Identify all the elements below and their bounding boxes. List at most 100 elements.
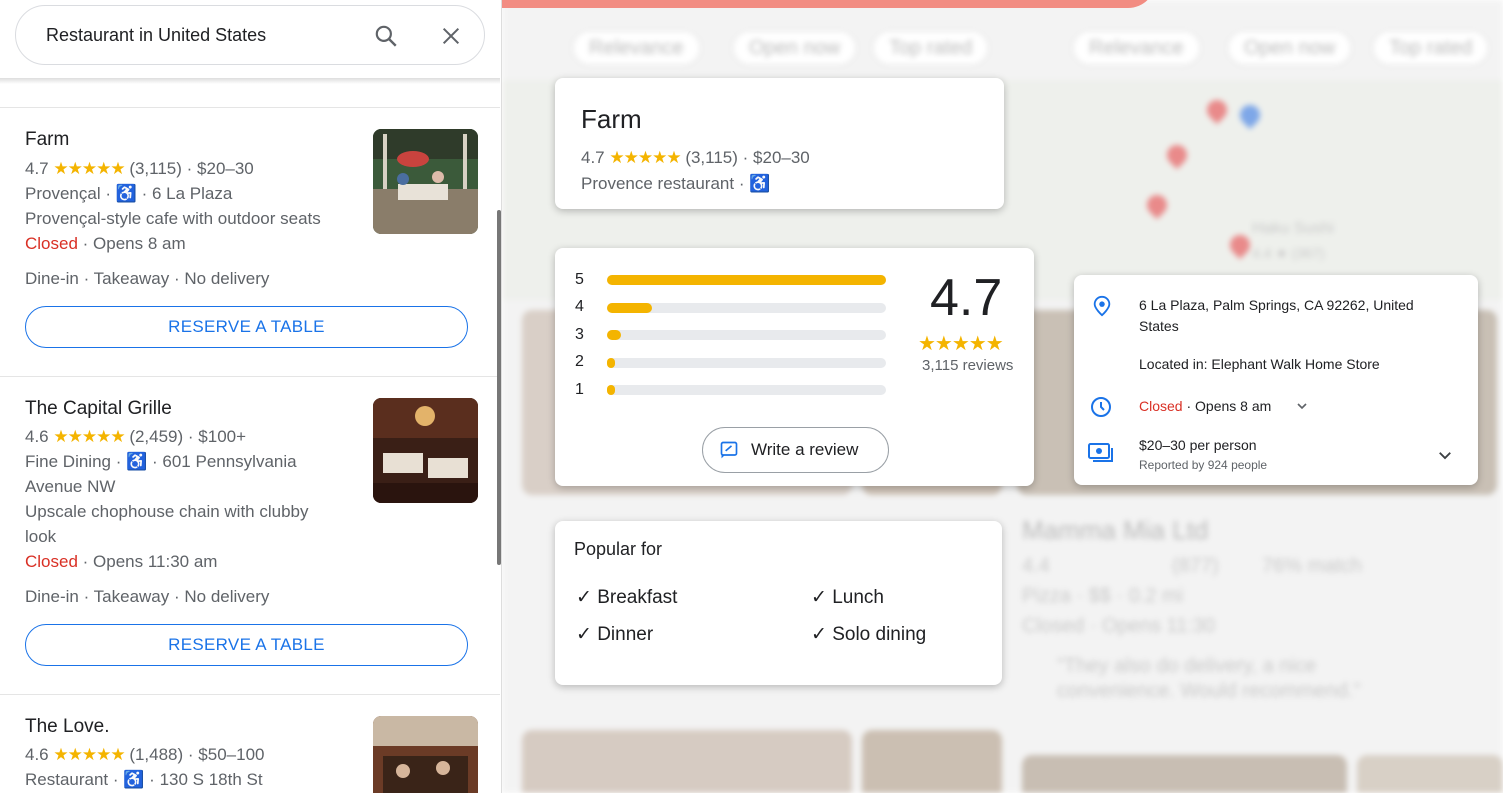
rating-line: 4.7 ★★★★★ (3,115) · $20–30 (25, 159, 254, 178)
reserve-table-button[interactable]: RESERVE A TABLE (25, 306, 468, 348)
rating-value: 4.7 (25, 159, 49, 178)
category-line: Fine Dining · ♿ · 601 Pennsylvania (25, 452, 297, 471)
bg-chip: Relevance (572, 30, 701, 66)
place-name[interactable]: Farm (25, 129, 69, 151)
review-count: (3,115) (685, 148, 738, 167)
wheelchair-icon: ♿ (126, 452, 148, 471)
star-rating: ★★★★★ (53, 427, 125, 446)
rating-bar-fill (607, 275, 886, 285)
place-name[interactable]: The Love. (25, 716, 110, 738)
bg-text: "They also do delivery, a nice (1057, 655, 1317, 677)
bar-label: 4 (575, 298, 584, 315)
price-note: Reported by 924 people (1139, 458, 1268, 472)
place-photo[interactable] (373, 129, 478, 234)
place-title: Farm (581, 104, 642, 134)
list-item[interactable]: The Capital Grille 4.6 ★★★★★ (2,459) · $… (0, 376, 500, 694)
write-review-button[interactable]: Write a review (702, 427, 889, 473)
write-review-icon (719, 440, 739, 465)
star-rating: ★★★★★ (609, 148, 681, 167)
price-per-person: $20–30 per person (1139, 437, 1257, 453)
place-photo[interactable] (373, 716, 478, 793)
close-icon[interactable] (436, 21, 466, 51)
rating-line: 4.6 ★★★★★ (2,459) · $100+ (25, 427, 247, 446)
status-closed: Closed (25, 552, 78, 571)
rating-bar (607, 275, 886, 285)
hours-line: Closed · Opens 8 am (25, 234, 186, 253)
reserve-table-button[interactable]: RESERVE A TABLE (25, 624, 468, 666)
chevron-down-icon[interactable] (1294, 398, 1310, 419)
bg-text: Pizza · $$ · 0.2 mi (1022, 585, 1184, 607)
bg-place-label: 4.4 ★ (367) (1252, 245, 1325, 261)
bar-label: 1 (575, 381, 584, 398)
results-panel[interactable]: Restaurant in United States Farm 4.7 ★★★… (0, 0, 502, 793)
bar-label: 3 (575, 326, 584, 343)
bar-label: 5 (575, 271, 584, 288)
bg-chip: Top rated (1372, 30, 1490, 66)
hours-line: Closed · Opens 11:30 am (25, 552, 218, 571)
place-photo[interactable] (373, 398, 478, 503)
status-closed: Closed (25, 234, 78, 253)
rating-bar-fill (607, 330, 621, 340)
star-rating: ★★★★★ (53, 745, 125, 764)
list-item[interactable]: The Love. 4.6 ★★★★★ (1,488) · $50–100 Re… (0, 694, 500, 793)
popular-title: Popular for (574, 539, 663, 559)
services: Dine-in · Takeaway · No delivery (25, 269, 270, 288)
description: Provençal-style cafe with outdoor seats (25, 209, 321, 228)
check-icon: ✓ (811, 587, 827, 608)
check-icon: ✓ (576, 587, 592, 608)
rating-bar-fill (607, 303, 652, 313)
category: Provençal (25, 184, 101, 203)
review-count: (3,115) (129, 159, 182, 178)
opens-time: Opens 8 am (93, 234, 186, 253)
bg-place-label: Haku Sushi (1252, 220, 1334, 237)
rating-bar (607, 358, 886, 368)
bar-label: 2 (575, 353, 584, 370)
description: look (25, 527, 57, 546)
review-count: (2,459) (129, 427, 184, 446)
rating-bar (607, 303, 886, 313)
review-count: (1,488) (129, 745, 184, 764)
rating-value: 4.6 (25, 745, 49, 764)
search-icon[interactable] (371, 21, 401, 51)
chevron-down-icon[interactable] (1436, 446, 1454, 469)
opens-time: Opens 11:30 am (93, 552, 218, 571)
popular-item: ✓ Lunch (811, 587, 884, 608)
price-range: $20–30 (753, 148, 810, 167)
review-count: 3,115 reviews (922, 357, 1014, 374)
location-pin-icon (1091, 294, 1113, 323)
price-range: $50–100 (198, 745, 265, 764)
category-line: Restaurant · ♿ · 130 S 18th St (25, 770, 263, 789)
opens-time: · Opens 8 am (1186, 398, 1272, 414)
located-in-text[interactable]: Located in: Elephant Walk Home Store (1139, 356, 1380, 372)
address-line-2: Avenue NW (25, 477, 116, 496)
place-summary-card: Farm 4.7 ★★★★★ (3,115) · $20–30 Provence… (555, 78, 1004, 209)
bg-chip: Open now (1227, 30, 1353, 66)
category-line: Provençal · ♿ · 6 La Plaza (25, 184, 233, 203)
rating-value: 4.6 (25, 427, 49, 446)
category-line: Provence restaurant · ♿ (581, 174, 771, 193)
hours-line[interactable]: Closed · Opens 8 am (1139, 398, 1271, 414)
wheelchair-icon: ♿ (749, 174, 771, 193)
category: Fine Dining (25, 452, 111, 471)
search-box[interactable]: Restaurant in United States (15, 5, 485, 65)
address-text[interactable]: 6 La Plaza, Palm Springs, CA 92262, Unit… (1139, 295, 1449, 337)
category: Provence restaurant (581, 174, 735, 193)
search-input[interactable]: Restaurant in United States (46, 25, 266, 46)
write-review-label: Write a review (751, 440, 859, 459)
wheelchair-icon: ♿ (123, 770, 145, 789)
rating-line: 4.6 ★★★★★ (1,488) · $50–100 (25, 745, 265, 764)
wheelchair-icon: ♿ (115, 184, 137, 203)
popular-item: ✓ Dinner (576, 624, 654, 645)
bg-text: 4.4 (1022, 555, 1050, 577)
bg-text: Closed · Opens 11:30 (1022, 615, 1216, 637)
category: Restaurant (25, 770, 109, 789)
rating-bar (607, 330, 886, 340)
address: 130 S 18th St (159, 770, 263, 789)
rating-bar-fill (607, 358, 616, 368)
scrollbar[interactable] (497, 210, 501, 565)
description: Upscale chophouse chain with clubby (25, 502, 309, 521)
clock-icon (1089, 395, 1113, 424)
star-rating: ★★★★★ (53, 159, 125, 178)
list-item[interactable]: Farm 4.7 ★★★★★ (3,115) · $20–30 Provença… (0, 107, 500, 377)
place-name[interactable]: The Capital Grille (25, 398, 172, 420)
